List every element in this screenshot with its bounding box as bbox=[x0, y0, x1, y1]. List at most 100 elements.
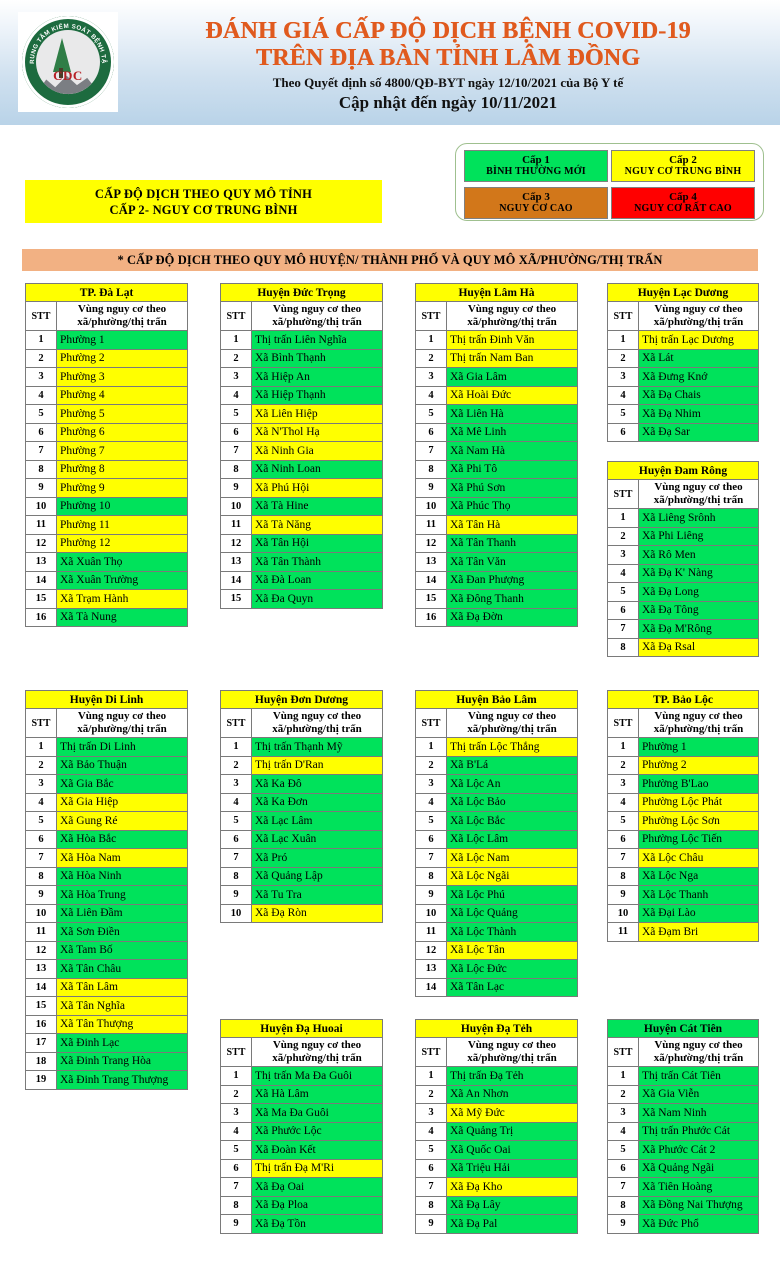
commune-name: Xã Tân Hội bbox=[251, 533, 383, 553]
row-index: 7 bbox=[607, 619, 639, 639]
row-index: 14 bbox=[415, 977, 447, 997]
row-index: 8 bbox=[607, 1195, 639, 1215]
commune-name: Xã Hà Lâm bbox=[251, 1084, 383, 1104]
row-index: 9 bbox=[607, 885, 639, 905]
commune-name: Xã Đại Lào bbox=[638, 903, 759, 923]
commune-name: Xã Lạc Lâm bbox=[251, 811, 383, 831]
commune-name: Xã Đạ K' Nàng bbox=[638, 563, 759, 583]
table-row: 8 Phường 8 bbox=[25, 459, 188, 479]
commune-name: Xã Tân Lâm bbox=[56, 977, 188, 997]
commune-name: Xã Liêng Srônh bbox=[638, 508, 759, 528]
commune-name: Xã Đạ Đờn bbox=[446, 607, 578, 627]
table-header-row: STT Vùng nguy cơ theo xã/phường/thị trấn bbox=[25, 301, 188, 331]
table-row: 2 Xã B'Lá bbox=[415, 755, 578, 775]
column-header-zone: Vùng nguy cơ theo xã/phường/thị trấn bbox=[251, 301, 383, 331]
row-index: 9 bbox=[220, 885, 252, 905]
row-index: 2 bbox=[607, 348, 639, 368]
row-index: 1 bbox=[607, 508, 639, 528]
table-row: 3 Xã Ka Đô bbox=[220, 774, 383, 794]
district-table-title-row: Huyện Đạ Tẻh bbox=[415, 1019, 578, 1038]
title-block: ĐÁNH GIÁ CẤP ĐỘ DỊCH BỆNH COVID-19 TRÊN … bbox=[128, 18, 768, 113]
legend-item-3: Cấp 3 NGUY CƠ CAO bbox=[464, 187, 608, 219]
district-table-title: TP. Bảo Lộc bbox=[607, 690, 759, 709]
table-row: 2 Xã An Nhơn bbox=[415, 1084, 578, 1104]
commune-name: Thị trấn Di Linh bbox=[56, 737, 188, 757]
row-index: 11 bbox=[25, 922, 57, 942]
commune-name: Xã An Nhơn bbox=[446, 1084, 578, 1104]
table-row: 7 Xã Lộc Châu bbox=[607, 848, 759, 868]
column-header-zone-line2: xã/phường/thị trấn bbox=[272, 316, 362, 328]
row-index: 13 bbox=[415, 959, 447, 979]
commune-name: Xã Phú Sơn bbox=[446, 478, 578, 498]
row-index: 3 bbox=[415, 367, 447, 387]
commune-name: Thị trấn Đạ Tẻh bbox=[446, 1066, 578, 1086]
column-header-zone: Vùng nguy cơ theo xã/phường/thị trấn bbox=[56, 708, 188, 738]
commune-name: Xã Quảng Trị bbox=[446, 1121, 578, 1141]
table-row: 5 Xã Liên Hiệp bbox=[220, 404, 383, 424]
legend-item-4: Cấp 4 NGUY CƠ RẤT CAO bbox=[611, 187, 755, 219]
commune-name: Xã Phước Cát 2 bbox=[638, 1140, 759, 1160]
column-header-zone-line1: Vùng nguy cơ theo bbox=[272, 303, 362, 315]
row-index: 4 bbox=[607, 1121, 639, 1141]
column-header-zone: Vùng nguy cơ theo xã/phường/thị trấn bbox=[446, 1037, 578, 1067]
commune-name: Thị trấn Đạ M'Ri bbox=[251, 1158, 383, 1178]
row-index: 3 bbox=[220, 367, 252, 387]
district-table-title-row: Huyện Cát Tiên bbox=[607, 1019, 759, 1038]
logo-emblem: CDC bbox=[36, 30, 100, 94]
row-index: 3 bbox=[25, 774, 57, 794]
district-table-title-row: Huyện Lâm Hà bbox=[415, 283, 578, 302]
row-index: 13 bbox=[25, 552, 57, 572]
commune-name: Xã Đạ Long bbox=[638, 582, 759, 602]
table-row: 9 Xã Lộc Phú bbox=[415, 885, 578, 905]
commune-name: Thị trấn Lộc Thắng bbox=[446, 737, 578, 757]
row-index: 8 bbox=[607, 637, 639, 657]
column-header-stt: STT bbox=[415, 301, 447, 331]
row-index: 7 bbox=[415, 1177, 447, 1197]
district-table: Huyện Lâm Hà STT Vùng nguy cơ theo xã/phườn… bbox=[415, 283, 578, 627]
commune-name: Xã Đoàn Kết bbox=[251, 1140, 383, 1160]
table-row: 15 Xã Tân Nghĩa bbox=[25, 996, 188, 1016]
table-row: 4 Xã Ka Đơn bbox=[220, 792, 383, 812]
column-header-stt: STT bbox=[607, 301, 639, 331]
commune-name: Phường Lộc Phát bbox=[638, 792, 759, 812]
commune-name: Xã Tà Hine bbox=[251, 496, 383, 516]
commune-name: Xã Bình Thạnh bbox=[251, 348, 383, 368]
commune-name: Xã Đồng Nai Thượng bbox=[638, 1195, 759, 1215]
table-row: 6 Xã Lộc Lâm bbox=[415, 829, 578, 849]
row-index: 1 bbox=[607, 737, 639, 757]
row-index: 6 bbox=[607, 600, 639, 620]
table-row: 3 Xã Gia Bắc bbox=[25, 774, 188, 794]
table-row: 1 Phường 1 bbox=[25, 330, 188, 350]
commune-name: Xã Gia Viễn bbox=[638, 1084, 759, 1104]
column-header-zone-line1: Vùng nguy cơ theo bbox=[272, 1039, 362, 1051]
table-row: 14 Xã Tân Lâm bbox=[25, 977, 188, 997]
table-row: 5 Xã Quốc Oai bbox=[415, 1140, 578, 1160]
commune-name: Phường 5 bbox=[56, 404, 188, 424]
commune-name: Xã Ninh Gia bbox=[251, 441, 383, 461]
commune-name: Xã Hòa Ninh bbox=[56, 866, 188, 886]
table-row: 3 Xã Lộc An bbox=[415, 774, 578, 794]
table-row: 12 Xã Tân Hội bbox=[220, 533, 383, 553]
table-row: 12 Xã Tân Thanh bbox=[415, 533, 578, 553]
table-row: 13 Xã Tân Thành bbox=[220, 552, 383, 572]
column-header-zone: Vùng nguy cơ theo xã/phường/thị trấn bbox=[638, 1037, 759, 1067]
table-row: 2 Xã Bình Thạnh bbox=[220, 348, 383, 368]
commune-name: Xã Ka Đơn bbox=[251, 792, 383, 812]
cdc-logo: TRUNG TÂM KIỂM SOÁT BỆNH TẬT TỈNH LÂM ĐỒ… bbox=[18, 12, 118, 112]
row-index: 8 bbox=[220, 459, 252, 479]
row-index: 8 bbox=[415, 1195, 447, 1215]
commune-name: Xã Hiệp An bbox=[251, 367, 383, 387]
commune-name: Xã Hòa Trung bbox=[56, 885, 188, 905]
table-row: 7 Xã Nam Hà bbox=[415, 441, 578, 461]
table-row: 1 Thị trấn Đinh Văn bbox=[415, 330, 578, 350]
commune-name: Xã Mê Linh bbox=[446, 422, 578, 442]
column-header-zone-line2: xã/phường/thị trấn bbox=[653, 316, 744, 328]
table-row: 8 Xã Phi Tô bbox=[415, 459, 578, 479]
row-index: 1 bbox=[415, 737, 447, 757]
row-index: 3 bbox=[415, 1103, 447, 1123]
table-row: 11 Xã Sơn Điền bbox=[25, 922, 188, 942]
column-header-zone: Vùng nguy cơ theo xã/phường/thị trấn bbox=[251, 1037, 383, 1067]
table-row: 9 Xã Đạ Tồn bbox=[220, 1214, 383, 1234]
commune-name: Xã Ma Đa Guôi bbox=[251, 1103, 383, 1123]
table-row: 13 Xã Tân Văn bbox=[415, 552, 578, 572]
